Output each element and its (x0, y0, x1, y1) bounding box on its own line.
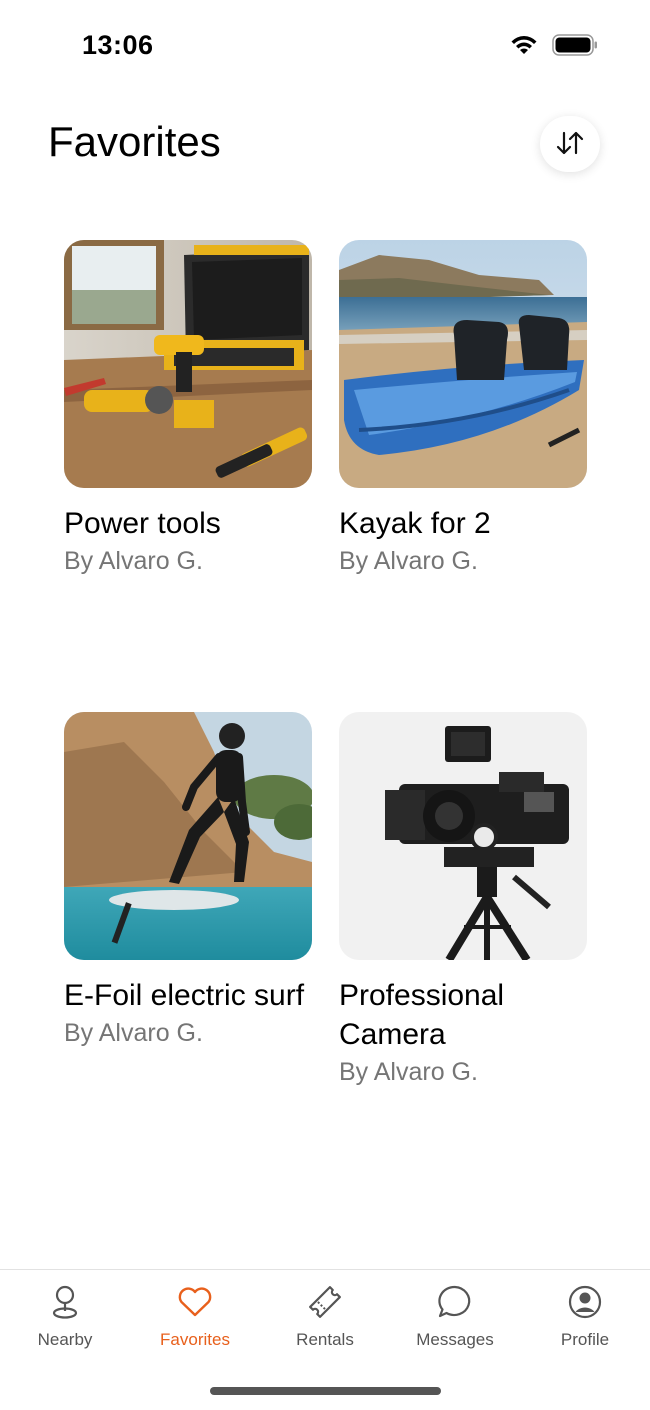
card-title: Professional Camera (339, 979, 505, 1051)
status-time: 13:06 (82, 30, 154, 60)
status-icons (510, 34, 598, 61)
sort-button[interactable] (540, 116, 600, 172)
tab-label: Profile (560, 1330, 610, 1349)
tab-label: Favorites (160, 1330, 230, 1349)
power-tools-photo[interactable] (64, 240, 312, 488)
tab-label: Rentals (296, 1330, 354, 1349)
card-title: Power tools (64, 507, 221, 540)
tab-profile[interactable]: Profile (520, 1282, 650, 1350)
chat-bubble-icon (435, 1282, 475, 1322)
ticket-icon (305, 1282, 345, 1322)
tab-label: Messages (416, 1330, 494, 1349)
heart-icon (175, 1282, 215, 1322)
camera-photo[interactable] (339, 712, 587, 960)
tab-label: Nearby (37, 1330, 93, 1349)
user-circle-icon (565, 1282, 605, 1322)
favorite-card-efoil[interactable]: E-Foil electric surf By Alvaro G. (64, 712, 312, 1048)
tab-favorites[interactable]: Favorites (130, 1282, 260, 1350)
location-pin-icon (45, 1282, 85, 1322)
tab-nearby[interactable]: Nearby (0, 1282, 130, 1350)
card-title: Kayak for 2 (339, 507, 491, 540)
favorite-card-camera[interactable]: Professional Camera By Alvaro G. (339, 712, 587, 1087)
wifi-icon (510, 34, 538, 61)
battery-icon (552, 34, 598, 61)
card-owner: By Alvaro G. (64, 547, 203, 575)
card-owner: By Alvaro G. (339, 547, 478, 575)
tab-messages[interactable]: Messages (390, 1282, 520, 1350)
home-indicator[interactable] (210, 1387, 441, 1395)
status-bar: 13:06 (0, 0, 650, 96)
favorite-card-kayak[interactable]: Kayak for 2 By Alvaro G. (339, 240, 587, 576)
kayak-photo[interactable] (339, 240, 587, 488)
card-owner: By Alvaro G. (339, 1058, 478, 1086)
card-owner: By Alvaro G. (64, 1019, 203, 1047)
card-title: E-Foil electric surf (64, 979, 305, 1012)
favorite-card-power-tools[interactable]: Power tools By Alvaro G. (64, 240, 312, 576)
sort-icon (555, 130, 585, 159)
efoil-surf-photo[interactable] (64, 712, 312, 960)
tab-rentals[interactable]: Rentals (260, 1282, 390, 1350)
page-title: Favorites (48, 118, 221, 165)
